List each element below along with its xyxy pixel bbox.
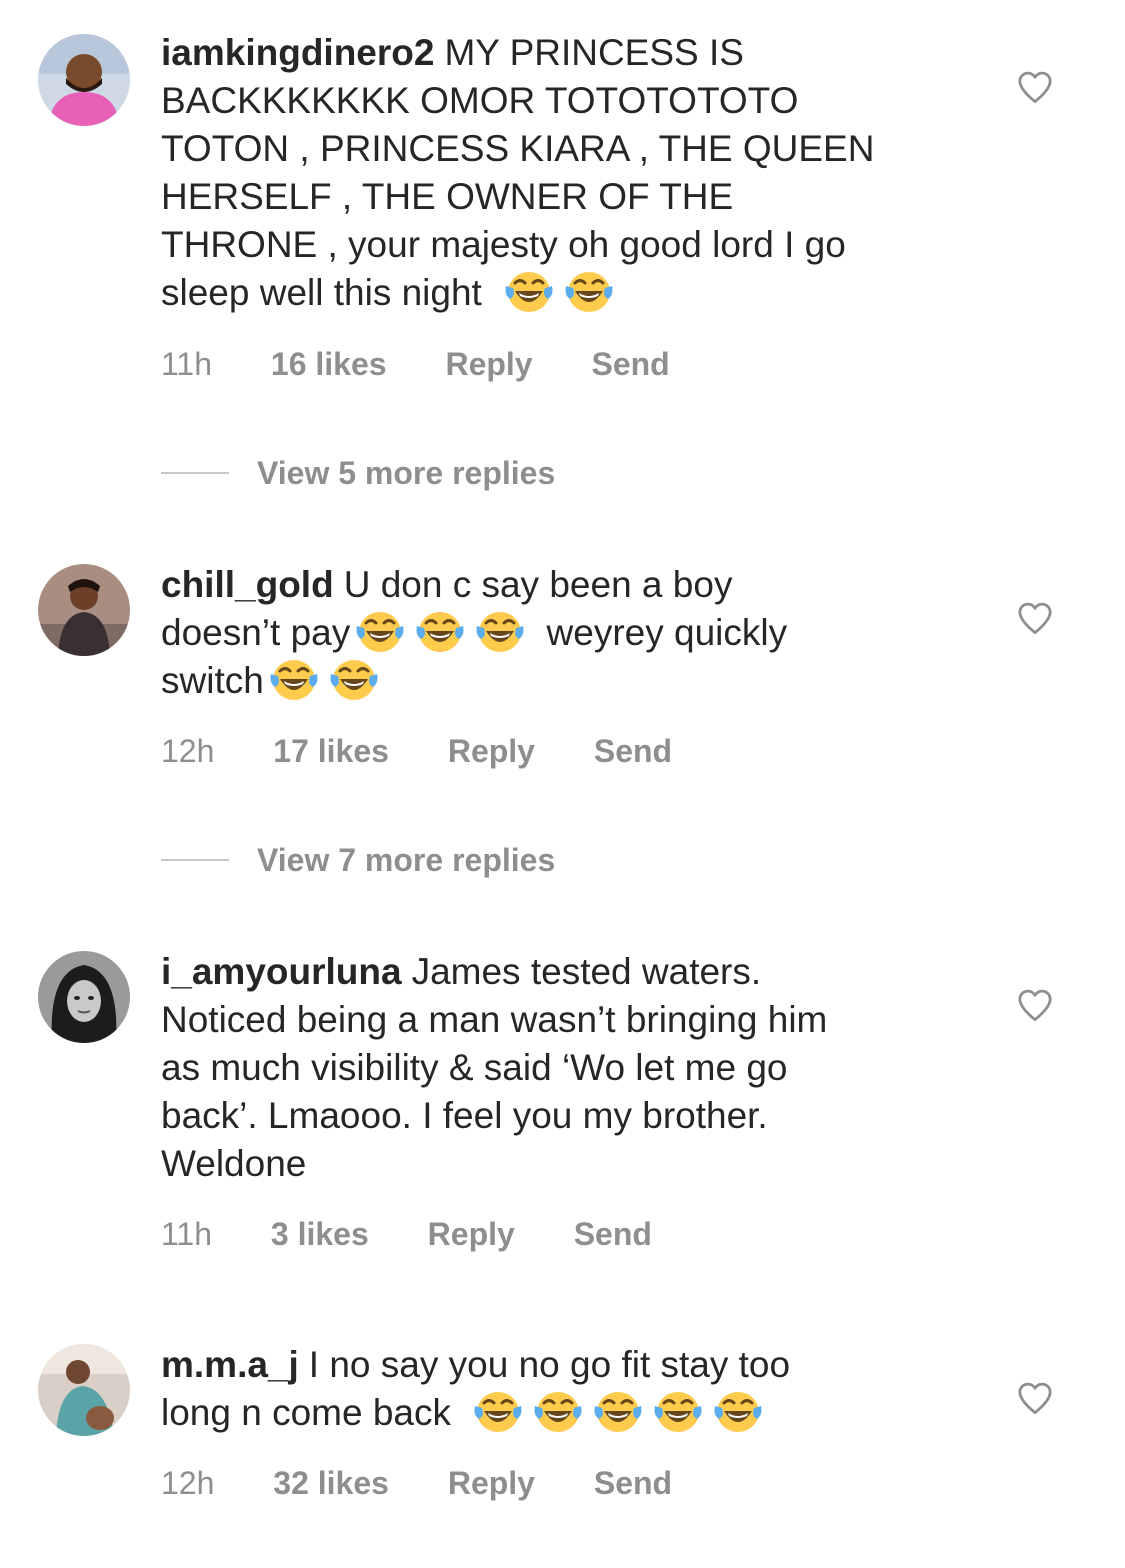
comment-line: sleep well this night: [161, 272, 482, 313]
comment-line: Noticed being a man wasn’t bringing him: [161, 999, 828, 1040]
comment-line: James tested waters.: [411, 951, 762, 992]
heart-outline-icon[interactable]: [1016, 988, 1054, 1022]
send-button[interactable]: Send: [594, 1463, 672, 1503]
comment-text: m.m.a_j I no say you no go fit stay too l…: [161, 1341, 981, 1437]
reply-button[interactable]: Reply: [445, 344, 532, 384]
comment-line: BACKKKKKKK OMOR TOTOTOTOTO: [161, 80, 799, 121]
heart-outline-icon[interactable]: [1016, 1381, 1054, 1415]
face-with-tears-of-joy-emoji: [713, 1389, 763, 1435]
comment-line: weyrey quickly: [546, 612, 788, 653]
comment-line: Weldone: [161, 1143, 307, 1184]
comment-text: i_amyourluna James tested waters. Noticed…: [161, 948, 981, 1188]
heart-outline-icon[interactable]: [1016, 70, 1054, 104]
comment-line: I no say you no go fit stay too: [308, 1344, 791, 1385]
reply-button[interactable]: Reply: [448, 1463, 535, 1503]
comment-time: 12h: [161, 1465, 215, 1501]
view-more-replies-label: View 5 more replies: [257, 454, 556, 491]
face-with-tears-of-joy-emoji: [504, 269, 554, 315]
heart-outline-icon[interactable]: [1016, 601, 1054, 635]
comment-time: 11h: [161, 1216, 213, 1252]
comment-username[interactable]: m.m.a_j: [161, 1344, 299, 1385]
send-button[interactable]: Send: [594, 731, 672, 771]
avatar[interactable]: [38, 34, 130, 126]
comment-text: chill_gold U don c say been a boy doesn’t…: [161, 561, 981, 705]
comment-text: iamkingdinero2 MY PRINCESS IS BACKKKKKKK …: [161, 29, 981, 317]
avatar[interactable]: [38, 1344, 130, 1436]
send-button[interactable]: Send: [591, 344, 669, 384]
comment-line: THRONE , your majesty oh good lord I go: [161, 224, 846, 265]
face-with-tears-of-joy-emoji: [475, 609, 525, 655]
face-with-tears-of-joy-emoji: [269, 657, 319, 703]
reply-button[interactable]: Reply: [448, 731, 535, 771]
face-with-tears-of-joy-emoji: [533, 1389, 583, 1435]
comment-line: long n come back: [161, 1392, 452, 1433]
comment-line: U don c say been a boy: [343, 564, 733, 605]
comment-line: doesn’t pay: [161, 612, 351, 653]
view-more-replies-label: View 7 more replies: [257, 841, 556, 878]
comment-meta: 11h 3 likes Reply Send: [161, 1214, 702, 1254]
comment-meta: 11h 16 likes Reply Send: [161, 344, 720, 384]
face-with-tears-of-joy-emoji: [329, 657, 379, 703]
face-with-tears-of-joy-emoji: [415, 609, 465, 655]
comment-username[interactable]: i_amyourluna: [161, 951, 402, 992]
divider-line: [161, 472, 229, 474]
face-with-tears-of-joy-emoji: [653, 1389, 703, 1435]
comment-line: switch: [161, 660, 264, 701]
comment-likes[interactable]: 16 likes: [271, 344, 387, 384]
reply-button[interactable]: Reply: [428, 1214, 515, 1254]
face-with-tears-of-joy-emoji: [593, 1389, 643, 1435]
comment-line: back’. Lmaooo. I feel you my brother.: [161, 1095, 768, 1136]
avatar[interactable]: [38, 564, 130, 656]
comment-meta: 12h 32 likes Reply Send: [161, 1463, 722, 1503]
comment-likes[interactable]: 17 likes: [273, 731, 389, 771]
comment-line: as much visibility & said ‘Wo let me go: [161, 1047, 788, 1088]
comment-username[interactable]: iamkingdinero2: [161, 32, 434, 73]
face-with-tears-of-joy-emoji: [355, 609, 405, 655]
comment-likes[interactable]: 32 likes: [273, 1463, 389, 1503]
comment-username[interactable]: chill_gold: [161, 564, 334, 605]
face-with-tears-of-joy-emoji: [473, 1389, 523, 1435]
send-button[interactable]: Send: [574, 1214, 652, 1254]
view-more-replies[interactable]: View 7 more replies: [161, 840, 555, 880]
comment-meta: 12h 17 likes Reply Send: [161, 731, 722, 771]
comment-time: 12h: [161, 733, 215, 769]
comment-line: MY PRINCESS IS: [444, 32, 744, 73]
comment-line: TOTON , PRINCESS KIARA , THE QUEEN: [161, 128, 875, 169]
comment-likes[interactable]: 3 likes: [271, 1214, 369, 1254]
avatar[interactable]: [38, 951, 130, 1043]
divider-line: [161, 859, 229, 861]
face-with-tears-of-joy-emoji: [564, 269, 614, 315]
comment-time: 11h: [161, 346, 213, 382]
view-more-replies[interactable]: View 5 more replies: [161, 453, 555, 493]
comment-line: HERSELF , THE OWNER OF THE: [161, 176, 734, 217]
